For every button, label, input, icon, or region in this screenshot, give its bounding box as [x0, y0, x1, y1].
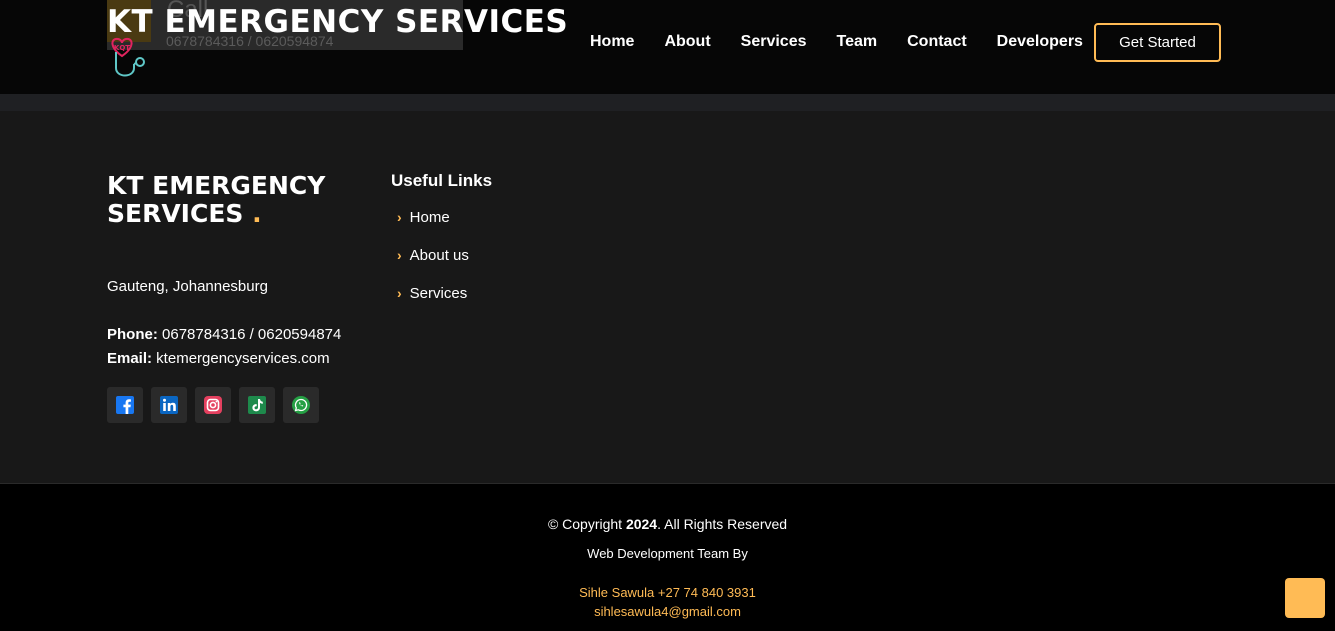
- svg-text:KQT: KQT: [114, 44, 130, 52]
- footer-top: KT EMERGENCY SERVICES . Gauteng, Johanne…: [0, 111, 1335, 484]
- footer-link-services[interactable]: › Services: [397, 285, 469, 323]
- get-started-button[interactable]: Get Started: [1094, 23, 1221, 62]
- stethoscope-heart-logo-icon[interactable]: KQT: [106, 36, 148, 80]
- instagram-icon: [204, 396, 222, 414]
- nav-developers[interactable]: Developers: [997, 33, 1083, 51]
- chevron-right-icon: ›: [397, 209, 402, 225]
- back-to-top-button[interactable]: [1285, 578, 1325, 618]
- social-links: [107, 387, 319, 423]
- footer-link-label: Services: [409, 285, 468, 302]
- site-brand[interactable]: KT EMERGENCY SERVICES: [107, 4, 568, 40]
- whatsapp-link[interactable]: [283, 387, 319, 423]
- footer-address: Gauteng, Johannesburg: [107, 278, 268, 295]
- web-dev-credit: Web Development Team By: [587, 546, 748, 561]
- footer-link-home[interactable]: › Home: [397, 209, 469, 247]
- linkedin-link[interactable]: [151, 387, 187, 423]
- whatsapp-icon: [292, 396, 310, 414]
- footer-brand-dot: .: [252, 199, 262, 228]
- copyright-year: 2024: [625, 516, 658, 532]
- chevron-right-icon: ›: [397, 285, 402, 301]
- phone-label: Phone:: [107, 326, 158, 343]
- linkedin-icon: [160, 396, 178, 414]
- site-header: Call 0678784316 / 0620594874 KQT KT EMER…: [0, 0, 1335, 94]
- useful-links-title: Useful Links: [391, 171, 493, 190]
- nav-team[interactable]: Team: [837, 33, 878, 51]
- copyright: © Copyright 2024. All Rights Reserved: [0, 516, 1335, 532]
- main-nav: Home About Services Team Contact Develop…: [590, 33, 1083, 51]
- facebook-icon: [116, 396, 134, 414]
- copyright-prefix: © Copyright: [547, 516, 626, 532]
- footer-phone: Phone: 0678784316 / 0620594874: [107, 326, 341, 343]
- footer-link-label: Home: [409, 209, 450, 226]
- tiktok-icon: [248, 396, 266, 414]
- nav-home[interactable]: Home: [590, 33, 634, 51]
- nav-services[interactable]: Services: [741, 33, 807, 51]
- nav-contact[interactable]: Contact: [907, 33, 967, 51]
- footer-brand-text: KT EMERGENCY SERVICES: [107, 171, 326, 228]
- email-label: Email:: [107, 350, 153, 367]
- phone-value: 0678784316 / 0620594874: [157, 326, 342, 343]
- facebook-link[interactable]: [107, 387, 143, 423]
- chevron-right-icon: ›: [397, 247, 402, 263]
- developer-contact[interactable]: Sihle Sawula +27 74 840 3931: [0, 585, 1335, 600]
- developer-email[interactable]: sihlesawula4@gmail.com: [0, 604, 1335, 619]
- tiktok-link[interactable]: [239, 387, 275, 423]
- footer-link-label: About us: [409, 247, 469, 264]
- instagram-link[interactable]: [195, 387, 231, 423]
- header-separator: [0, 94, 1335, 111]
- useful-links-list: › Home › About us › Services: [397, 209, 469, 323]
- nav-about[interactable]: About: [664, 33, 710, 51]
- footer-email: Email: ktemergencyservices.com: [107, 350, 330, 367]
- footer-link-about[interactable]: › About us: [397, 247, 469, 285]
- email-value: ktemergencyservices.com: [152, 350, 330, 367]
- footer-brand: KT EMERGENCY SERVICES .: [107, 172, 367, 228]
- copyright-suffix: . All Rights Reserved: [657, 516, 788, 532]
